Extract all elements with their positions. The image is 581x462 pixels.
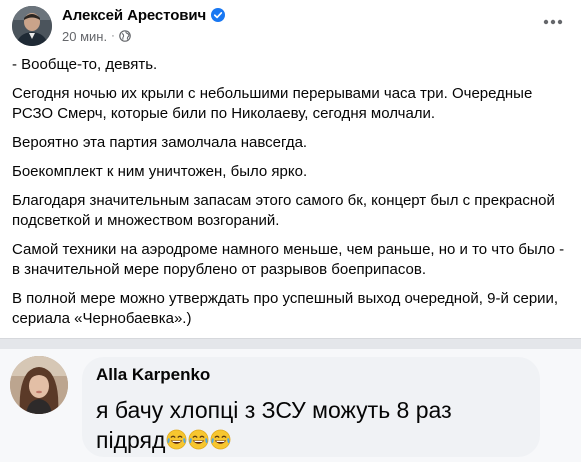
comment-text: я бачу хлопці з ЗСУ можуть 8 раз підряд bbox=[96, 395, 496, 455]
meta-separator: · bbox=[111, 30, 115, 42]
comment-bubble: Alla Karpenko я бачу хлопці з ЗСУ можуть… bbox=[82, 357, 540, 457]
author-name[interactable]: Алексей Арестович bbox=[62, 7, 206, 24]
post: Алексей Арестович 20 мин. · - Вообще-то,… bbox=[0, 0, 581, 338]
globe-icon[interactable] bbox=[118, 30, 131, 42]
more-options-icon[interactable] bbox=[539, 10, 567, 34]
post-paragraph: Благодаря значительным запасам этого сам… bbox=[12, 192, 555, 229]
author-line: Алексей Арестович bbox=[62, 5, 226, 25]
post-paragraph: Самой техники на аэродроме намного меньш… bbox=[12, 241, 565, 278]
post-meta: 20 мин. · bbox=[62, 28, 225, 44]
commenter-name[interactable]: Alla Karpenko bbox=[96, 365, 210, 385]
author-block: Алексей Арестович 20 мин. · bbox=[62, 5, 226, 44]
post-paragraph: - Вообще-то, девять. bbox=[12, 56, 158, 73]
laughing-tears-emoji-icon bbox=[166, 427, 187, 450]
laughing-tears-emoji-icon bbox=[210, 427, 231, 450]
laughing-tears-emoji-icon bbox=[188, 427, 209, 450]
post-paragraph: Боекомплект к ним уничтожен, было ярко. bbox=[12, 163, 308, 180]
post-header: Алексей Арестович 20 мин. · bbox=[12, 4, 569, 48]
comment-body: я бачу хлопці з ЗСУ можуть 8 раз підряд bbox=[96, 397, 452, 453]
commenter-avatar[interactable] bbox=[10, 356, 68, 414]
post-body: - Вообще-то, девять. Сегодня ночью их кр… bbox=[12, 55, 572, 338]
author-photo bbox=[12, 6, 52, 46]
post-time[interactable]: 20 мин. bbox=[62, 29, 107, 44]
author-avatar[interactable] bbox=[12, 6, 52, 46]
post-paragraph: Сегодня ночью их крыли с небольшими пере… bbox=[12, 85, 533, 122]
post-paragraph: В полной мере можно утверждать про успеш… bbox=[12, 290, 559, 327]
section-divider bbox=[0, 338, 581, 349]
verified-badge-icon bbox=[211, 8, 226, 22]
post-paragraph: Вероятно эта партия замолчала навсегда. bbox=[12, 134, 308, 151]
commenter-photo bbox=[10, 356, 68, 414]
comment: Alla Karpenko я бачу хлопці з ЗСУ можуть… bbox=[0, 349, 581, 462]
